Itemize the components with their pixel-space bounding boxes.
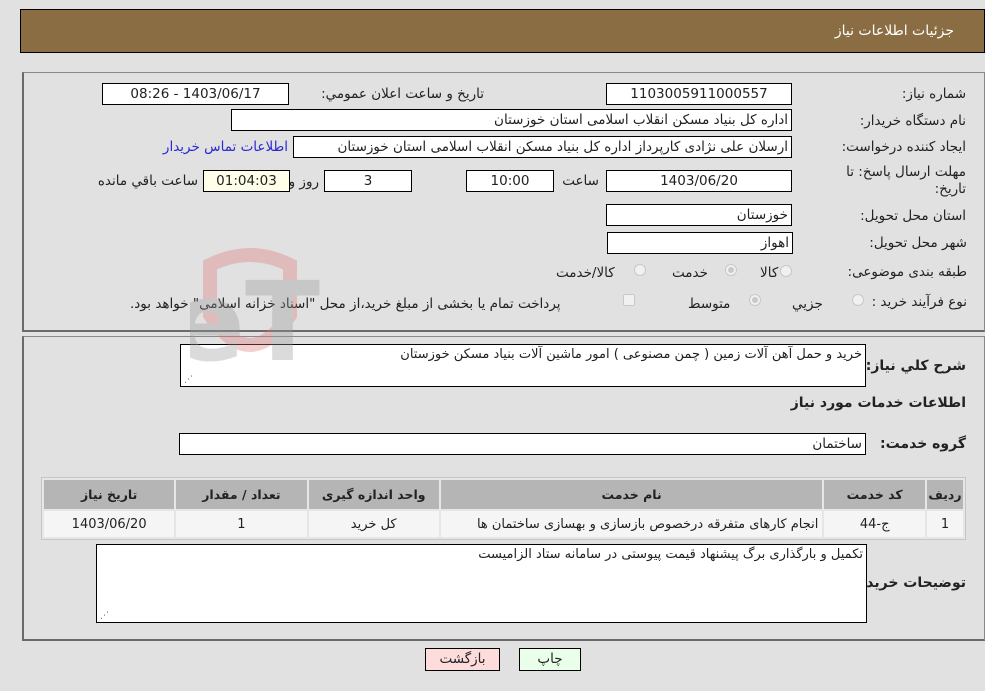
cell-service-code: ج-44 (824, 511, 925, 537)
cell-unit: کل خرید (308, 511, 439, 537)
process-radio-medium[interactable] (749, 294, 761, 306)
page-header: جزئیات اطلاعات نیاز (20, 9, 985, 53)
province-field[interactable]: خوزستان (606, 204, 792, 226)
buyer-org-field[interactable]: اداره کل بنیاد مسکن انقلاب اسلامی استان … (231, 109, 792, 131)
announce-datetime-field[interactable]: 1403/06/17 - 08:26 (102, 83, 289, 105)
back-button[interactable]: بازگشت (425, 648, 500, 671)
announce-datetime-label: تاريخ و ساعت اعلان عمومي: (321, 86, 484, 102)
creator-field[interactable]: ارسلان علی نژادی کارپرداز اداره کل بنیاد… (293, 136, 792, 158)
cell-service-name: انجام کارهای متفرقه درخصوص بازسازی و بهس… (440, 511, 823, 537)
process-option-medium: متوسط (688, 296, 731, 312)
creator-label: ايجاد کننده درخواست: (841, 139, 966, 155)
services-heading: اطلاعات خدمات مورد نياز (790, 395, 966, 411)
deadline-label: مهلت ارسال پاسخ: تا تاريخ: (846, 164, 966, 197)
buyer-notes-textarea[interactable]: تکمیل و بارگذاری برگ پیشنهاد قیمت پیوستی… (96, 544, 867, 623)
process-type-label: نوع فرآیند خرید : (871, 294, 967, 310)
category-label: طبقه بندی موضوعی: (847, 264, 967, 280)
category-radio-service[interactable] (725, 264, 737, 276)
need-number-field[interactable]: 1103005911000557 (606, 83, 792, 105)
buyer-org-label: نام دستگاه خريدار: (859, 113, 966, 129)
days-remaining-field[interactable]: 3 (324, 170, 412, 192)
remaining-time-label: ساعت باقي مانده (97, 173, 198, 189)
services-table: رديف کد خدمت نام خدمت واحد اندازه گيری ت… (41, 477, 966, 540)
process-radio-minor[interactable] (852, 294, 864, 306)
category-radio-goods-service[interactable] (634, 264, 646, 276)
table-row: 1 ج-44 انجام کارهای متفرقه درخصوص بازساز… (44, 511, 963, 537)
days-label: روز و (288, 174, 319, 190)
deadline-date-field[interactable]: 1403/06/20 (606, 170, 792, 192)
need-details-panel: شماره نیاز: 1103005911000557 تاريخ و ساع… (22, 72, 985, 332)
category-option-goods: کالا (760, 265, 779, 281)
summary-label: شرح کلي نياز: (865, 358, 966, 374)
remaining-time-field[interactable]: 01:04:03 (203, 170, 290, 192)
need-number-label: شماره نیاز: (901, 86, 966, 102)
summary-text: خرید و حمل آهن آلات زمین ( چمن مصنوعی ) … (400, 347, 862, 362)
col-header-unit: واحد اندازه گيری (308, 480, 439, 509)
table-header-row: رديف کد خدمت نام خدمت واحد اندازه گيری ت… (44, 480, 963, 509)
resize-grip-icon[interactable]: ⋰ (100, 612, 109, 621)
col-header-quantity: تعداد / مقدار (176, 480, 307, 509)
col-header-service-name: نام خدمت (440, 480, 823, 509)
category-radio-goods[interactable] (780, 265, 792, 277)
page-title: جزئیات اطلاعات نیاز (834, 23, 954, 39)
buyer-contact-link[interactable]: اطلاعات تماس خريدار (163, 139, 288, 155)
city-field[interactable]: اهواز (607, 232, 793, 254)
cell-quantity: 1 (176, 511, 307, 537)
province-label: استان محل تحويل: (860, 208, 966, 224)
process-option-minor: جزيي (792, 296, 823, 312)
category-option-service: خدمت (672, 265, 708, 281)
need-description-panel: شرح کلي نياز: خرید و حمل آهن آلات زمین (… (22, 336, 985, 641)
service-group-field[interactable]: ساختمان (179, 433, 866, 455)
summary-textarea[interactable]: خرید و حمل آهن آلات زمین ( چمن مصنوعی ) … (180, 344, 866, 387)
city-label: شهر محل تحويل: (869, 235, 967, 251)
cell-row-number: 1 (926, 511, 963, 537)
print-button[interactable]: چاپ (519, 648, 581, 671)
treasury-note: پرداخت تمام یا بخشی از مبلغ خرید،از محل … (130, 296, 561, 312)
col-header-row-number: رديف (926, 480, 963, 509)
col-header-need-date: تاريخ نياز (44, 480, 175, 509)
buyer-notes-text: تکمیل و بارگذاری برگ پیشنهاد قیمت پیوستی… (478, 547, 863, 562)
treasury-checkbox[interactable] (623, 294, 635, 306)
resize-grip-icon[interactable]: ⋰ (184, 376, 193, 385)
deadline-time-field[interactable]: 10:00 (466, 170, 554, 192)
category-option-goods-service: کالا/خدمت (556, 265, 615, 281)
cell-need-date: 1403/06/20 (44, 511, 175, 537)
deadline-time-label: ساعت (562, 173, 599, 189)
service-group-label: گروه خدمت: (880, 436, 966, 452)
col-header-service-code: کد خدمت (824, 480, 925, 509)
